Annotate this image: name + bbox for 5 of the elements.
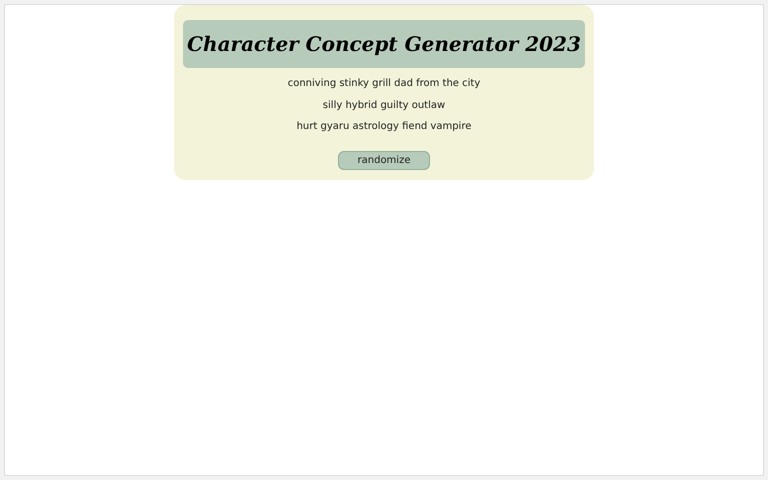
randomize-button[interactable]: randomize bbox=[338, 150, 430, 170]
concept-text: conniving stinky grill dad from the city bbox=[288, 77, 480, 91]
page-title: Character Concept Generator 2023 bbox=[183, 20, 585, 68]
concept-text: silly hybrid guilty outlaw bbox=[322, 98, 446, 112]
concept-text: hurt gyaru astrology fiend vampire bbox=[296, 120, 472, 134]
